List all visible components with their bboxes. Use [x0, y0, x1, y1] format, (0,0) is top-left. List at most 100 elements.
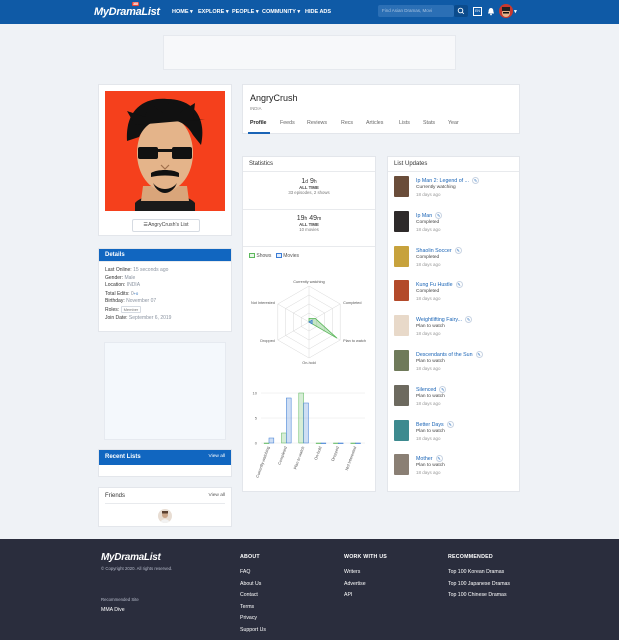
footer-logo[interactable]: MyDramaList	[101, 552, 161, 563]
edit-pencil-icon[interactable]: ✎	[454, 246, 462, 254]
update-date: 18 days ago	[416, 470, 441, 476]
recommended-site-link[interactable]: MMA Dive	[101, 607, 125, 613]
language-button[interactable]: EN	[473, 7, 482, 16]
tab-stats[interactable]: Stats	[423, 120, 435, 126]
drama-poster[interactable]	[394, 315, 409, 337]
footer-link-writers[interactable]: Writers	[344, 567, 366, 579]
friends-divider	[105, 503, 225, 504]
drama-poster[interactable]	[394, 210, 409, 232]
list-update-title-row: Better Days ✎	[416, 420, 454, 428]
list-update-item: Silenced ✎ Plan to watch 18 days ago	[394, 384, 516, 409]
recommended-site-label: Recommended Site	[101, 597, 139, 602]
active-tab-indicator	[248, 132, 270, 134]
bar-ytick-label: 5	[255, 416, 258, 421]
notification-bell-icon[interactable]	[487, 7, 495, 18]
footer-link-contact[interactable]: Contact	[240, 590, 266, 602]
edit-pencil-icon[interactable]: ✎	[472, 177, 480, 184]
update-date: 18 days ago	[416, 261, 441, 267]
tab-articles[interactable]: Articles	[366, 120, 383, 126]
avatar-dropdown-icon[interactable]: ▾	[514, 9, 517, 15]
nav-hide-ads[interactable]: HIDE ADS	[305, 9, 331, 15]
footer-link-support-us[interactable]: Support Us	[240, 625, 266, 637]
drama-poster[interactable]	[394, 245, 409, 267]
tab-feeds[interactable]: Feeds	[280, 120, 295, 126]
friend-avatar[interactable]	[158, 509, 172, 523]
tab-profile[interactable]: Profile	[250, 120, 266, 126]
footer-link-top-japanese[interactable]: Top 100 Japanese Dramas	[448, 579, 510, 591]
search-input[interactable]: Find Asian Dramas, Movi	[378, 5, 454, 17]
site-logo[interactable]: MyDramaList 365	[94, 2, 160, 18]
detail-value: INDIA	[126, 282, 141, 289]
side-ad-box	[104, 342, 226, 440]
legend-shows[interactable]: Shows	[256, 253, 271, 259]
nav-home[interactable]: HOME ▾	[172, 9, 193, 15]
drama-poster[interactable]	[394, 350, 409, 371]
edit-pencil-icon[interactable]: ✎	[435, 211, 443, 219]
movie-time-value: 19h 49m	[243, 215, 375, 222]
search-button[interactable]	[454, 5, 468, 17]
drama-poster[interactable]	[394, 454, 409, 476]
drama-poster[interactable]	[394, 419, 409, 441]
tab-recs[interactable]: Recs	[341, 120, 353, 126]
tab-year[interactable]: Year	[448, 120, 459, 126]
update-date: 18 days ago	[416, 366, 441, 371]
drama-poster[interactable]	[394, 280, 409, 302]
footer-link-about-us[interactable]: About Us	[240, 579, 266, 591]
user-avatar[interactable]	[499, 4, 513, 18]
drama-status: Plan to watch	[416, 359, 445, 364]
drama-title-link[interactable]: Kung Fu Hustle	[416, 282, 453, 288]
nav-explore[interactable]: EXPLORE ▾	[198, 9, 229, 15]
footer-link-faq[interactable]: FAQ	[240, 567, 266, 579]
drama-poster[interactable]	[394, 176, 409, 197]
footer-link-advertise[interactable]: Advertise	[344, 579, 366, 591]
detail-last-online: Last Online: 15 seconds ago	[105, 267, 171, 275]
list-updates-card: List Updates Ip Man 2: Legend of ... ✎ Cur…	[387, 156, 520, 492]
drama-title-link[interactable]: Ip Man 2: Legend of ...	[416, 178, 469, 184]
list-update-item: Ip Man ✎ Completed 18 days ago	[394, 210, 516, 235]
chevron-down-icon: ▾	[297, 9, 301, 15]
detail-value: 15 seconds ago	[133, 267, 169, 273]
drama-title-link[interactable]: Weightlifting Fairy...	[416, 317, 462, 323]
bar-shows	[315, 442, 322, 444]
footer-link-top-korean[interactable]: Top 100 Korean Dramas	[448, 567, 510, 579]
friends-card: Friends View all	[98, 487, 232, 527]
footer-link-privacy[interactable]: Privacy	[240, 613, 266, 625]
drama-title-link[interactable]: Shaolin Soccer	[416, 247, 452, 253]
drama-title-link[interactable]: Descendants of the Sun	[416, 352, 473, 358]
edits-plus-link[interactable]: +0	[134, 291, 139, 296]
footer-link-api[interactable]: API	[344, 590, 366, 602]
tab-lists[interactable]: Lists	[399, 120, 410, 126]
footer-link-terms[interactable]: Terms	[240, 602, 266, 614]
friends-title: Friends	[105, 493, 126, 499]
nav-people[interactable]: PEOPLE ▾	[232, 9, 259, 15]
list-update-title-row: Weightlifting Fairy... ✎	[416, 316, 473, 324]
bar-movies	[303, 402, 309, 444]
edit-pencil-icon[interactable]: ✎	[465, 316, 473, 324]
edit-pencil-icon[interactable]: ✎	[439, 385, 447, 393]
tab-reviews[interactable]: Reviews	[307, 120, 327, 126]
bar-shows	[350, 442, 356, 444]
drama-title-link[interactable]: Silenced	[416, 387, 436, 393]
drama-title-link[interactable]: Better Days	[416, 421, 444, 427]
drama-title-link[interactable]: Mother	[416, 456, 433, 462]
edit-pencil-icon[interactable]: ✎	[455, 281, 463, 289]
detail-label: Location:	[105, 282, 126, 289]
drama-status: Currently watching	[416, 185, 456, 190]
legend-movies[interactable]: Movies	[283, 253, 299, 259]
bar-category-label: Plan to watch	[292, 446, 305, 470]
nav-community[interactable]: COMMUNITY ▾	[262, 9, 300, 15]
friends-view-all[interactable]: View all	[209, 493, 225, 498]
footer-link-top-chinese[interactable]: Top 100 Chinese Dramas	[448, 590, 510, 602]
footer-about-title: ABOUT	[240, 554, 260, 560]
edit-pencil-icon[interactable]: ✎	[475, 351, 483, 358]
bar-movies	[268, 437, 275, 444]
recent-lists-view-all[interactable]: View all	[209, 454, 225, 459]
drama-poster[interactable]	[394, 384, 409, 406]
bar-category-label: Dropped	[330, 446, 340, 462]
user-list-button[interactable]: ☰AngryCrush's List	[132, 219, 200, 232]
edit-pencil-icon[interactable]: ✎	[435, 455, 443, 463]
list-update-item: Shaolin Soccer ✎ Completed 18 days ago	[394, 245, 516, 270]
nav-people-label: PEOPLE	[232, 9, 255, 15]
drama-title-link[interactable]: Ip Man	[416, 213, 432, 219]
edit-pencil-icon[interactable]: ✎	[446, 420, 454, 428]
